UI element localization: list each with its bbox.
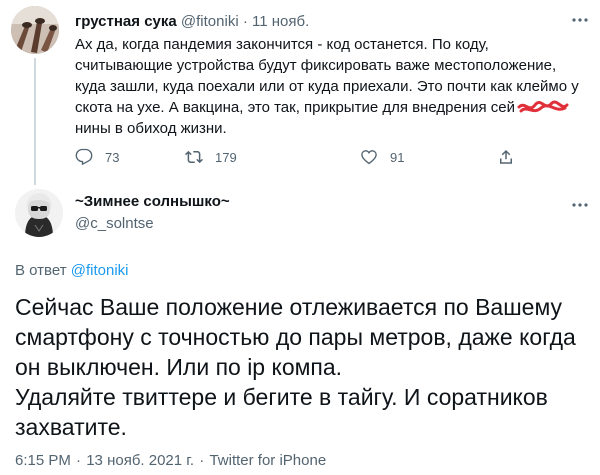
tweet-date[interactable]: 13 нояб. 2021 г. — [86, 452, 194, 469]
reply-to-line: В ответ @fitoniki — [15, 261, 129, 281]
reply-handle-link[interactable]: @fitoniki — [71, 262, 129, 279]
share-icon — [500, 149, 512, 164]
like-icon — [361, 150, 377, 165]
reply-count: 73 — [105, 149, 120, 165]
tweet-time[interactable]: 6:15 PM — [15, 452, 71, 469]
main-tweet-text: Сейчас Ваше положение отлеживается по Ва… — [15, 292, 590, 442]
like-count: 91 — [390, 149, 405, 165]
share-button[interactable] — [497, 148, 527, 166]
tweet-meta: 6:15 PM · 13 нояб. 2021 г. · Twitter for… — [15, 452, 326, 470]
main-avatar[interactable] — [15, 189, 63, 237]
more-icon[interactable] — [570, 10, 590, 30]
parent-display-name[interactable]: грустная сука — [75, 13, 177, 30]
parent-tweet[interactable]: грустная сука @fitoniki · 11 нояб. Ах да… — [0, 0, 600, 185]
tweet-text-line: Удаляйте твиттере и бегите в тайгу. И со… — [15, 384, 548, 410]
main-tweet-header: ~Зимнее солнышко~ @c_solntse — [0, 185, 600, 245]
main-handle[interactable]: @c_solntse — [75, 214, 154, 234]
retweet-icon — [185, 150, 203, 164]
parent-header: грустная сука @fitoniki · 11 нояб. — [75, 13, 309, 31]
reply-icon — [75, 148, 93, 166]
reply-prefix: В ответ — [15, 262, 67, 279]
tweet-text-line: смартфону с точностью до пары метров, да… — [15, 324, 576, 350]
retweet-button[interactable]: 179 — [185, 148, 237, 166]
redaction-scribble — [517, 97, 569, 118]
parent-date[interactable]: 11 нояб. — [252, 13, 309, 30]
parent-tweet-text: Ах да, когда пандемия закончится - код о… — [75, 34, 590, 139]
parent-text-end: нины в обиход жизни. — [75, 120, 227, 137]
thread-line — [34, 58, 36, 185]
more-icon[interactable] — [570, 195, 590, 215]
tweet-text-line: захватите. — [15, 414, 127, 440]
parent-handle[interactable]: @fitoniki — [181, 13, 239, 30]
tweet-text-line: Сейчас Ваше положение отлеживается по Ва… — [15, 294, 563, 320]
parent-actions: 73 179 91 — [75, 148, 590, 168]
tweet-source[interactable]: Twitter for iPhone — [209, 452, 326, 469]
parent-text-start: Ах да, когда пандемия закончится - код о… — [75, 36, 579, 116]
header-separator: · — [242, 13, 248, 30]
like-button[interactable]: 91 — [360, 148, 404, 166]
tweet-text-line: он выключен. Или по ip компа. — [15, 354, 343, 380]
parent-avatar[interactable] — [11, 6, 59, 54]
meta-separator: · — [199, 452, 205, 469]
retweet-count: 179 — [215, 149, 237, 165]
main-display-name[interactable]: ~Зимнее солнышко~ — [75, 192, 230, 212]
meta-separator: · — [76, 452, 82, 469]
reply-button[interactable]: 73 — [75, 148, 119, 166]
